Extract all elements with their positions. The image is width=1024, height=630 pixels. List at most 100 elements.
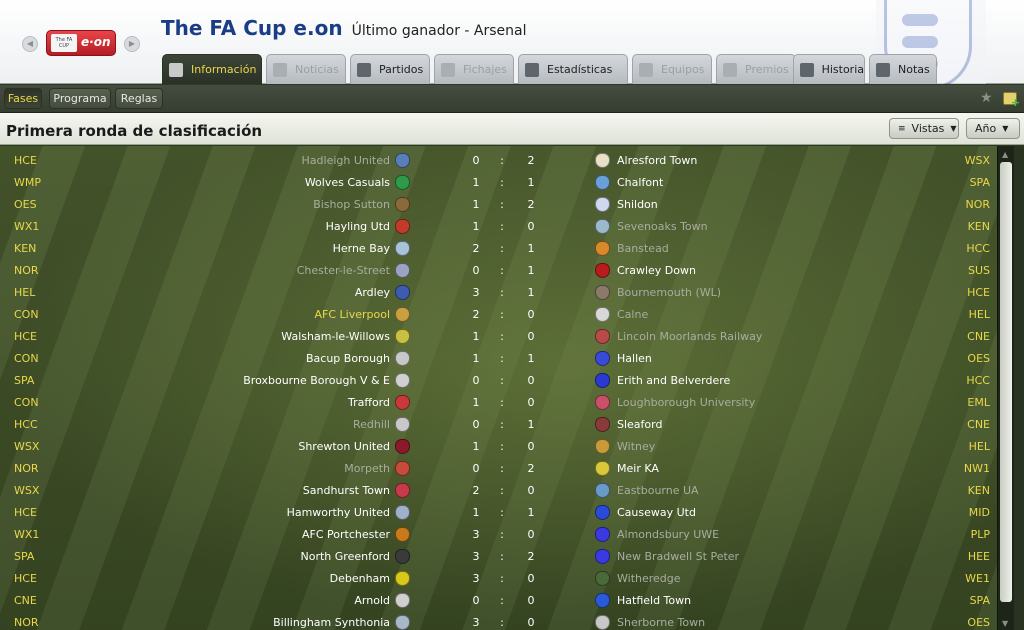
- away-team-name[interactable]: Witheredge: [617, 572, 681, 585]
- away-team-badge-icon[interactable]: [595, 175, 610, 190]
- home-team-name[interactable]: Ardley: [355, 286, 390, 299]
- fixture-row[interactable]: HCC Redhill 0: 1 Sleaford CNE: [0, 413, 996, 435]
- scroll-down-icon[interactable]: ▼: [1002, 619, 1008, 628]
- away-team-badge-icon[interactable]: [595, 549, 610, 564]
- fixture-row[interactable]: CNE Arnold 0: 0 Hatfield Town SPA: [0, 589, 996, 611]
- away-team-badge-icon[interactable]: [595, 417, 610, 432]
- fixture-row[interactable]: CON Trafford 1: 0 Loughborough University EML: [0, 391, 996, 413]
- home-team-badge-icon[interactable]: [395, 439, 410, 454]
- away-team-name[interactable]: Causeway Utd: [617, 506, 696, 519]
- away-team-name[interactable]: Sevenoaks Town: [617, 220, 708, 233]
- away-team-name[interactable]: Witney: [617, 440, 655, 453]
- home-team-badge-icon[interactable]: [395, 549, 410, 564]
- away-team-badge-icon[interactable]: [595, 197, 610, 212]
- views-dropdown[interactable]: ≡ Vistas ▼: [889, 118, 959, 139]
- home-team-badge-icon[interactable]: [395, 351, 410, 366]
- home-team-badge-icon[interactable]: [395, 241, 410, 256]
- fixture-row[interactable]: CON Bacup Borough 1: 1 Hallen OES: [0, 347, 996, 369]
- away-team-name[interactable]: Calne: [617, 308, 648, 321]
- fixture-row[interactable]: NOR Billingham Synthonia 3: 0 Sherborne Town…: [0, 611, 996, 630]
- favorite-star-icon[interactable]: ★: [980, 90, 993, 106]
- home-team-name[interactable]: Hadleigh United: [302, 154, 390, 167]
- scroll-up-icon[interactable]: ▲: [1002, 150, 1008, 159]
- away-team-name[interactable]: Banstead: [617, 242, 669, 255]
- away-team-badge-icon[interactable]: [595, 571, 610, 586]
- tab-7[interactable]: Historia: [793, 54, 865, 84]
- year-dropdown[interactable]: Año ▼: [966, 118, 1020, 139]
- fixture-row[interactable]: NOR Morpeth 0: 2 Meir KA NW1: [0, 457, 996, 479]
- away-team-badge-icon[interactable]: [595, 351, 610, 366]
- fixture-row[interactable]: WX1 Hayling Utd 1: 0 Sevenoaks Town KEN: [0, 215, 996, 237]
- away-team-badge-icon[interactable]: [595, 461, 610, 476]
- fixture-row[interactable]: HEL Ardley 3: 1 Bournemouth (WL) HCE: [0, 281, 996, 303]
- home-team-name[interactable]: Morpeth: [344, 462, 390, 475]
- home-team-name[interactable]: Billingham Synthonia: [273, 616, 390, 629]
- home-team-name[interactable]: AFC Portchester: [302, 528, 390, 541]
- away-team-name[interactable]: Loughborough University: [617, 396, 755, 409]
- home-team-badge-icon[interactable]: [395, 483, 410, 498]
- home-team-name[interactable]: Chester-le-Street: [297, 264, 390, 277]
- home-team-name[interactable]: Redhill: [353, 418, 390, 431]
- away-team-name[interactable]: Sherborne Town: [617, 616, 705, 629]
- home-team-name[interactable]: Hamworthy United: [287, 506, 390, 519]
- scrollbar-thumb[interactable]: [1000, 162, 1012, 602]
- fixture-row[interactable]: CON AFC Liverpool 2: 0 Calne HEL: [0, 303, 996, 325]
- tab-8[interactable]: Notas: [869, 54, 937, 84]
- home-team-badge-icon[interactable]: [395, 153, 410, 168]
- away-team-badge-icon[interactable]: [595, 241, 610, 256]
- home-team-name[interactable]: Sandhurst Town: [303, 484, 390, 497]
- home-team-name[interactable]: Walsham-le-Willows: [281, 330, 390, 343]
- away-team-name[interactable]: Alresford Town: [617, 154, 697, 167]
- away-team-name[interactable]: New Bradwell St Peter: [617, 550, 739, 563]
- away-team-name[interactable]: Hatfield Town: [617, 594, 691, 607]
- home-team-badge-icon[interactable]: [395, 175, 410, 190]
- away-team-badge-icon[interactable]: [595, 153, 610, 168]
- tab-4[interactable]: Estadísticas: [518, 54, 628, 84]
- home-team-badge-icon[interactable]: [395, 329, 410, 344]
- fixture-row[interactable]: HCE Hamworthy United 1: 1 Causeway Utd MID: [0, 501, 996, 523]
- away-team-name[interactable]: Erith and Belverdere: [617, 374, 730, 387]
- home-team-badge-icon[interactable]: [395, 527, 410, 542]
- home-team-badge-icon[interactable]: [395, 571, 410, 586]
- home-team-name[interactable]: Bacup Borough: [306, 352, 390, 365]
- home-team-name[interactable]: Arnold: [354, 594, 390, 607]
- tab-2[interactable]: Partidos: [350, 54, 430, 84]
- forward-arrow-icon[interactable]: ▶: [124, 36, 140, 52]
- home-team-badge-icon[interactable]: [395, 615, 410, 630]
- home-team-badge-icon[interactable]: [395, 593, 410, 608]
- fixture-row[interactable]: HCE Hadleigh United 0: 2 Alresford Town WSX: [0, 149, 996, 171]
- subnav-fases[interactable]: Fases: [4, 88, 42, 109]
- away-team-name[interactable]: Shildon: [617, 198, 658, 211]
- home-team-name[interactable]: Hayling Utd: [326, 220, 390, 233]
- away-team-badge-icon[interactable]: [595, 373, 610, 388]
- home-team-name[interactable]: North Greenford: [301, 550, 391, 563]
- fixture-row[interactable]: SPA Broxbourne Borough V & E 0: 0 Erith and …: [0, 369, 996, 391]
- away-team-badge-icon[interactable]: [595, 219, 610, 234]
- away-team-badge-icon[interactable]: [595, 307, 610, 322]
- home-team-badge-icon[interactable]: [395, 505, 410, 520]
- fixture-row[interactable]: WSX Shrewton United 1: 0 Witney HEL: [0, 435, 996, 457]
- home-team-name[interactable]: Herne Bay: [333, 242, 390, 255]
- away-team-name[interactable]: Chalfont: [617, 176, 663, 189]
- fixture-row[interactable]: NOR Chester-le-Street 0: 1 Crawley Down SUS: [0, 259, 996, 281]
- away-team-name[interactable]: Hallen: [617, 352, 652, 365]
- away-team-badge-icon[interactable]: [595, 285, 610, 300]
- away-team-badge-icon[interactable]: [595, 505, 610, 520]
- back-arrow-icon[interactable]: ◀: [22, 36, 38, 52]
- home-team-badge-icon[interactable]: [395, 461, 410, 476]
- fixture-row[interactable]: WX1 AFC Portchester 3: 0 Almondsbury UWE PLP: [0, 523, 996, 545]
- fixture-row[interactable]: KEN Herne Bay 2: 1 Banstead HCC: [0, 237, 996, 259]
- subnav-reglas[interactable]: Reglas: [115, 88, 163, 109]
- fixture-row[interactable]: SPA North Greenford 3: 2 New Bradwell St Pet…: [0, 545, 996, 567]
- away-team-badge-icon[interactable]: [595, 263, 610, 278]
- subnav-programa[interactable]: Programa: [49, 88, 111, 109]
- away-team-name[interactable]: Sleaford: [617, 418, 662, 431]
- home-team-name[interactable]: Broxbourne Borough V & E: [243, 374, 390, 387]
- away-team-name[interactable]: Bournemouth (WL): [617, 286, 721, 299]
- home-team-badge-icon[interactable]: [395, 307, 410, 322]
- fixture-row[interactable]: HCE Debenham 3: 0 Witheredge WE1: [0, 567, 996, 589]
- home-team-badge-icon[interactable]: [395, 285, 410, 300]
- home-team-badge-icon[interactable]: [395, 395, 410, 410]
- away-team-badge-icon[interactable]: [595, 483, 610, 498]
- tab-0[interactable]: Información: [162, 54, 262, 84]
